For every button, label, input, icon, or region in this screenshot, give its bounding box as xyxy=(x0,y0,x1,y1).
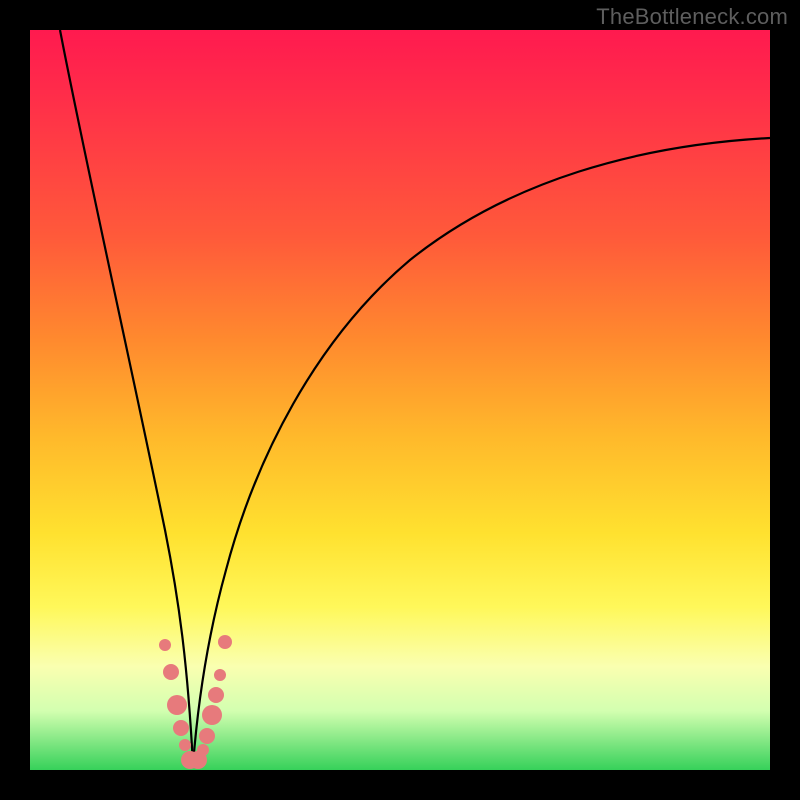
marker-dot xyxy=(179,739,191,751)
chart-frame: TheBottleneck.com xyxy=(0,0,800,800)
curve-right-branch xyxy=(193,138,770,765)
marker-dot xyxy=(208,687,224,703)
marker-dot xyxy=(159,639,171,651)
marker-dot xyxy=(197,744,209,756)
curves-svg xyxy=(30,30,770,770)
marker-dot xyxy=(214,669,226,681)
marker-cluster xyxy=(159,635,232,769)
marker-dot xyxy=(167,695,187,715)
curve-left-branch xyxy=(60,30,193,765)
marker-dot xyxy=(218,635,232,649)
marker-dot xyxy=(173,720,189,736)
watermark-text: TheBottleneck.com xyxy=(596,4,788,30)
marker-dot xyxy=(199,728,215,744)
marker-dot xyxy=(163,664,179,680)
plot-area xyxy=(30,30,770,770)
marker-dot xyxy=(202,705,222,725)
